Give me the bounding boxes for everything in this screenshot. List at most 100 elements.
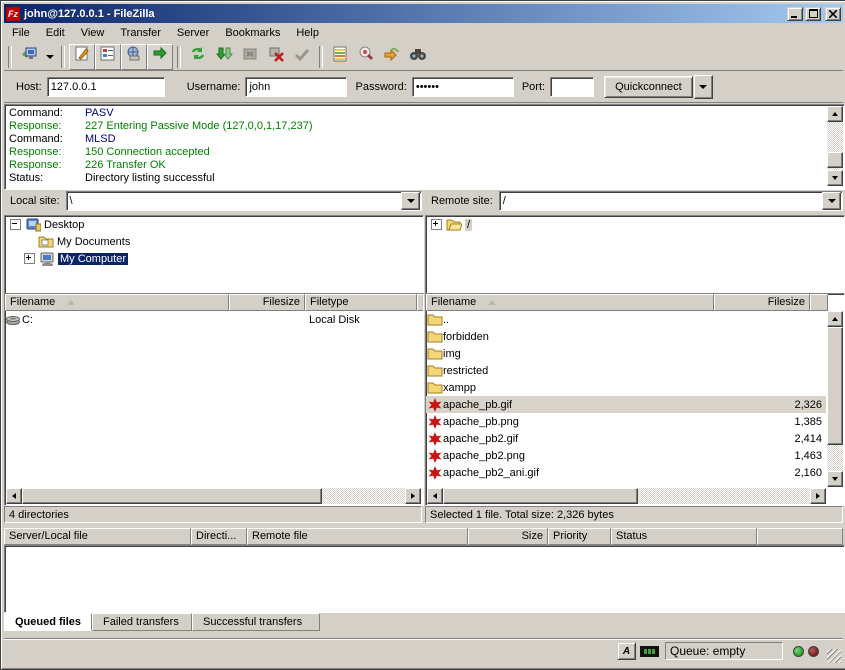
scroll-up-button[interactable]	[827, 106, 843, 122]
column-header-size[interactable]: Size	[468, 528, 548, 545]
log-line: Response:150 Connection accepted	[6, 146, 826, 159]
column-header-filesize[interactable]: Filesize	[714, 294, 810, 311]
menu-transfer[interactable]: Transfer	[112, 25, 169, 41]
scroll-left-button[interactable]	[6, 488, 22, 504]
local-hscrollbar[interactable]	[6, 488, 421, 504]
local-file-row[interactable]: C: Local Disk	[5, 311, 423, 328]
scroll-down-button[interactable]	[827, 471, 843, 487]
cancel-button[interactable]	[237, 44, 263, 70]
scroll-thumb[interactable]	[827, 327, 843, 445]
scroll-left-button[interactable]	[427, 488, 443, 504]
quickconnect-button[interactable]: Quickconnect	[604, 76, 693, 98]
process-queue-button[interactable]	[211, 44, 237, 70]
tab-failed-transfers[interactable]: Failed transfers	[92, 613, 192, 631]
remote-vscrollbar[interactable]	[827, 311, 843, 487]
ascii-datatype-icon[interactable]: A	[617, 642, 636, 660]
column-header-direction[interactable]: Directi...	[191, 528, 247, 545]
quickconnect-dropdown[interactable]	[694, 75, 713, 99]
remote-file-row-selected[interactable]: apache_pb.gif2,326	[426, 396, 826, 413]
site-manager-button[interactable]	[16, 44, 42, 70]
maximize-button[interactable]	[805, 7, 821, 21]
menu-help[interactable]: Help	[288, 25, 327, 41]
local-site-combo[interactable]: \	[66, 191, 422, 211]
disconnect-button[interactable]	[263, 44, 289, 70]
toolbar-separator	[8, 46, 12, 68]
remote-file-row[interactable]: apache_pb2.gif2,414	[426, 430, 826, 447]
scroll-up-button[interactable]	[827, 311, 843, 327]
remote-file-row[interactable]: restricted	[426, 362, 826, 379]
column-header-filename[interactable]: Filename	[426, 294, 714, 311]
minimize-button[interactable]	[787, 7, 803, 21]
remote-file-row[interactable]: apache_pb.png1,385	[426, 413, 826, 430]
queue-status-field: Queue: empty	[665, 642, 783, 660]
column-label: Status	[616, 529, 647, 544]
scroll-right-button[interactable]	[405, 488, 421, 504]
close-button[interactable]	[825, 7, 841, 21]
collapse-icon[interactable]	[10, 219, 21, 230]
remote-file-row[interactable]: ..	[426, 311, 826, 328]
queue-list[interactable]	[4, 545, 845, 613]
remote-file-row[interactable]: xampp	[426, 379, 826, 396]
synchronized-browsing-button[interactable]	[353, 44, 379, 70]
remote-hscrollbar[interactable]	[427, 488, 826, 504]
log-label: Response:	[6, 159, 85, 172]
tab-successful-transfers[interactable]: Successful transfers	[192, 613, 320, 631]
reconnect-button[interactable]	[289, 44, 315, 70]
remote-site-combo[interactable]: /	[499, 191, 843, 211]
scroll-thumb[interactable]	[443, 488, 638, 504]
host-input[interactable]	[47, 77, 165, 97]
expand-icon[interactable]	[24, 253, 35, 264]
tree-item-desktop[interactable]: Desktop	[5, 216, 423, 233]
menu-bookmarks[interactable]: Bookmarks	[217, 25, 288, 41]
menu-edit[interactable]: Edit	[38, 25, 73, 41]
password-label: Password:	[355, 81, 406, 93]
process-queue-icon	[215, 45, 233, 68]
port-input[interactable]	[550, 77, 594, 97]
scroll-thumb[interactable]	[827, 152, 843, 168]
column-header-filesize[interactable]: Filesize	[229, 294, 305, 311]
column-label: Server/Local file	[9, 529, 88, 544]
directory-comparison-button[interactable]	[327, 44, 353, 70]
scroll-thumb[interactable]	[22, 488, 322, 504]
column-header-priority[interactable]: Priority	[548, 528, 611, 545]
username-input[interactable]	[245, 77, 347, 97]
scroll-right-button[interactable]	[810, 488, 826, 504]
remote-file-row[interactable]: forbidden	[426, 328, 826, 345]
site-manager-dropdown[interactable]	[42, 44, 57, 70]
tree-item-my-documents[interactable]: My Documents	[5, 233, 423, 250]
toggle-local-tree-button[interactable]	[95, 44, 121, 70]
scroll-down-button[interactable]	[827, 170, 843, 186]
remote-file-row[interactable]: apache_pb2_ani.gif2,160	[426, 464, 826, 481]
column-label: Filesize	[263, 295, 300, 310]
log-label: Response:	[6, 146, 85, 159]
column-header-status[interactable]: Status	[611, 528, 757, 545]
password-input[interactable]	[412, 77, 514, 97]
combo-dropdown-button[interactable]	[822, 192, 841, 210]
remote-file-row[interactable]: img	[426, 345, 826, 362]
combo-dropdown-button[interactable]	[401, 192, 420, 210]
resize-grip[interactable]	[827, 649, 841, 663]
file-search-button[interactable]	[405, 44, 431, 70]
drive-icon	[5, 314, 22, 325]
menu-server[interactable]: Server	[169, 25, 217, 41]
file-size: 2,326	[730, 399, 826, 411]
tree-item-root[interactable]: /	[426, 216, 844, 233]
column-header-server-local-file[interactable]: Server/Local file	[4, 528, 191, 545]
tab-queued-files[interactable]: Queued files	[4, 613, 92, 631]
log-lines: Command:PASV Response:227 Entering Passi…	[6, 107, 826, 185]
column-header-filename[interactable]: Filename	[5, 294, 229, 311]
refresh-button[interactable]	[185, 44, 211, 70]
tree-item-my-computer[interactable]: My Computer	[5, 250, 423, 267]
log-vscrollbar[interactable]	[827, 106, 843, 186]
column-header-remote-file[interactable]: Remote file	[247, 528, 468, 545]
menu-view[interactable]: View	[73, 25, 113, 41]
column-header-filetype[interactable]: Filetype	[305, 294, 417, 311]
find-files-button[interactable]	[379, 44, 405, 70]
menu-file[interactable]: File	[4, 25, 38, 41]
toggle-queue-button[interactable]	[147, 44, 173, 70]
remote-file-row[interactable]: apache_pb2.png1,463	[426, 447, 826, 464]
toggle-message-log-button[interactable]	[69, 44, 95, 70]
toggle-remote-tree-button[interactable]	[121, 44, 147, 70]
remote-status-bar: Selected 1 file. Total size: 2,326 bytes	[425, 506, 843, 523]
expand-icon[interactable]	[431, 219, 442, 230]
